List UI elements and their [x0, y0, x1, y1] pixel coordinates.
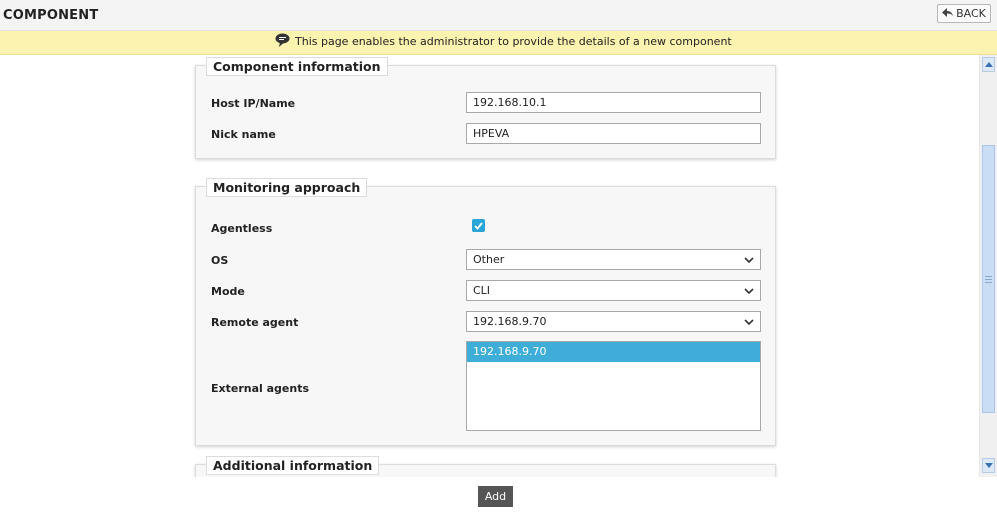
external-agents-label: External agents [211, 382, 310, 395]
remote-agent-value: 192.168.9.70 [473, 315, 547, 328]
host-input[interactable]: 192.168.10.1 [466, 92, 761, 113]
scrollbar-thumb[interactable] [982, 145, 995, 413]
back-button-label: BACK [956, 7, 986, 20]
mode-select[interactable]: CLI [466, 280, 761, 301]
external-agents-listbox[interactable]: 192.168.9.70 [466, 341, 761, 431]
agentless-label: Agentless [211, 222, 273, 235]
agentless-checkbox[interactable] [472, 219, 485, 232]
component-info-panel: Component information Host IP/Name 192.1… [195, 57, 776, 159]
back-button[interactable]: BACK [937, 4, 991, 23]
os-select-value: Other [473, 253, 505, 266]
grip-icon [985, 279, 992, 280]
add-button[interactable]: Add [478, 486, 513, 507]
scroll-up-icon[interactable] [982, 57, 995, 72]
page-title: COMPONENT [3, 8, 99, 23]
additional-info-panel: Additional information [195, 456, 776, 477]
vertical-scrollbar[interactable] [979, 55, 997, 477]
monitoring-legend: Monitoring approach [206, 178, 368, 197]
speech-bubble-icon [275, 33, 290, 50]
os-select[interactable]: Other [466, 249, 761, 270]
scroll-down-icon[interactable] [982, 458, 995, 473]
info-message: This page enables the administrator to p… [295, 35, 732, 48]
form-scroll-area[interactable]: Component information Host IP/Name 192.1… [0, 55, 979, 477]
additional-info-legend: Additional information [206, 456, 380, 475]
os-label: OS [211, 254, 229, 267]
nick-label: Nick name [211, 128, 276, 141]
monitoring-panel: Monitoring approach Agentless OS Other M… [195, 178, 776, 446]
list-item[interactable]: 192.168.9.70 [467, 342, 760, 362]
chevron-down-icon [744, 254, 754, 267]
grip-icon [985, 276, 992, 277]
remote-agent-label: Remote agent [211, 316, 299, 329]
host-label: Host IP/Name [211, 97, 296, 110]
grip-icon [985, 282, 992, 283]
chevron-down-icon [744, 316, 754, 329]
check-icon [474, 221, 483, 230]
chevron-down-icon [744, 285, 754, 298]
component-info-legend: Component information [206, 57, 388, 76]
mode-label: Mode [211, 285, 245, 298]
page-header: COMPONENT BACK [0, 0, 997, 31]
back-arrow-icon [942, 7, 954, 20]
nick-input[interactable]: HPEVA [466, 123, 761, 144]
info-banner: This page enables the administrator to p… [0, 31, 997, 55]
remote-agent-select[interactable]: 192.168.9.70 [466, 311, 761, 332]
mode-select-value: CLI [473, 284, 491, 297]
